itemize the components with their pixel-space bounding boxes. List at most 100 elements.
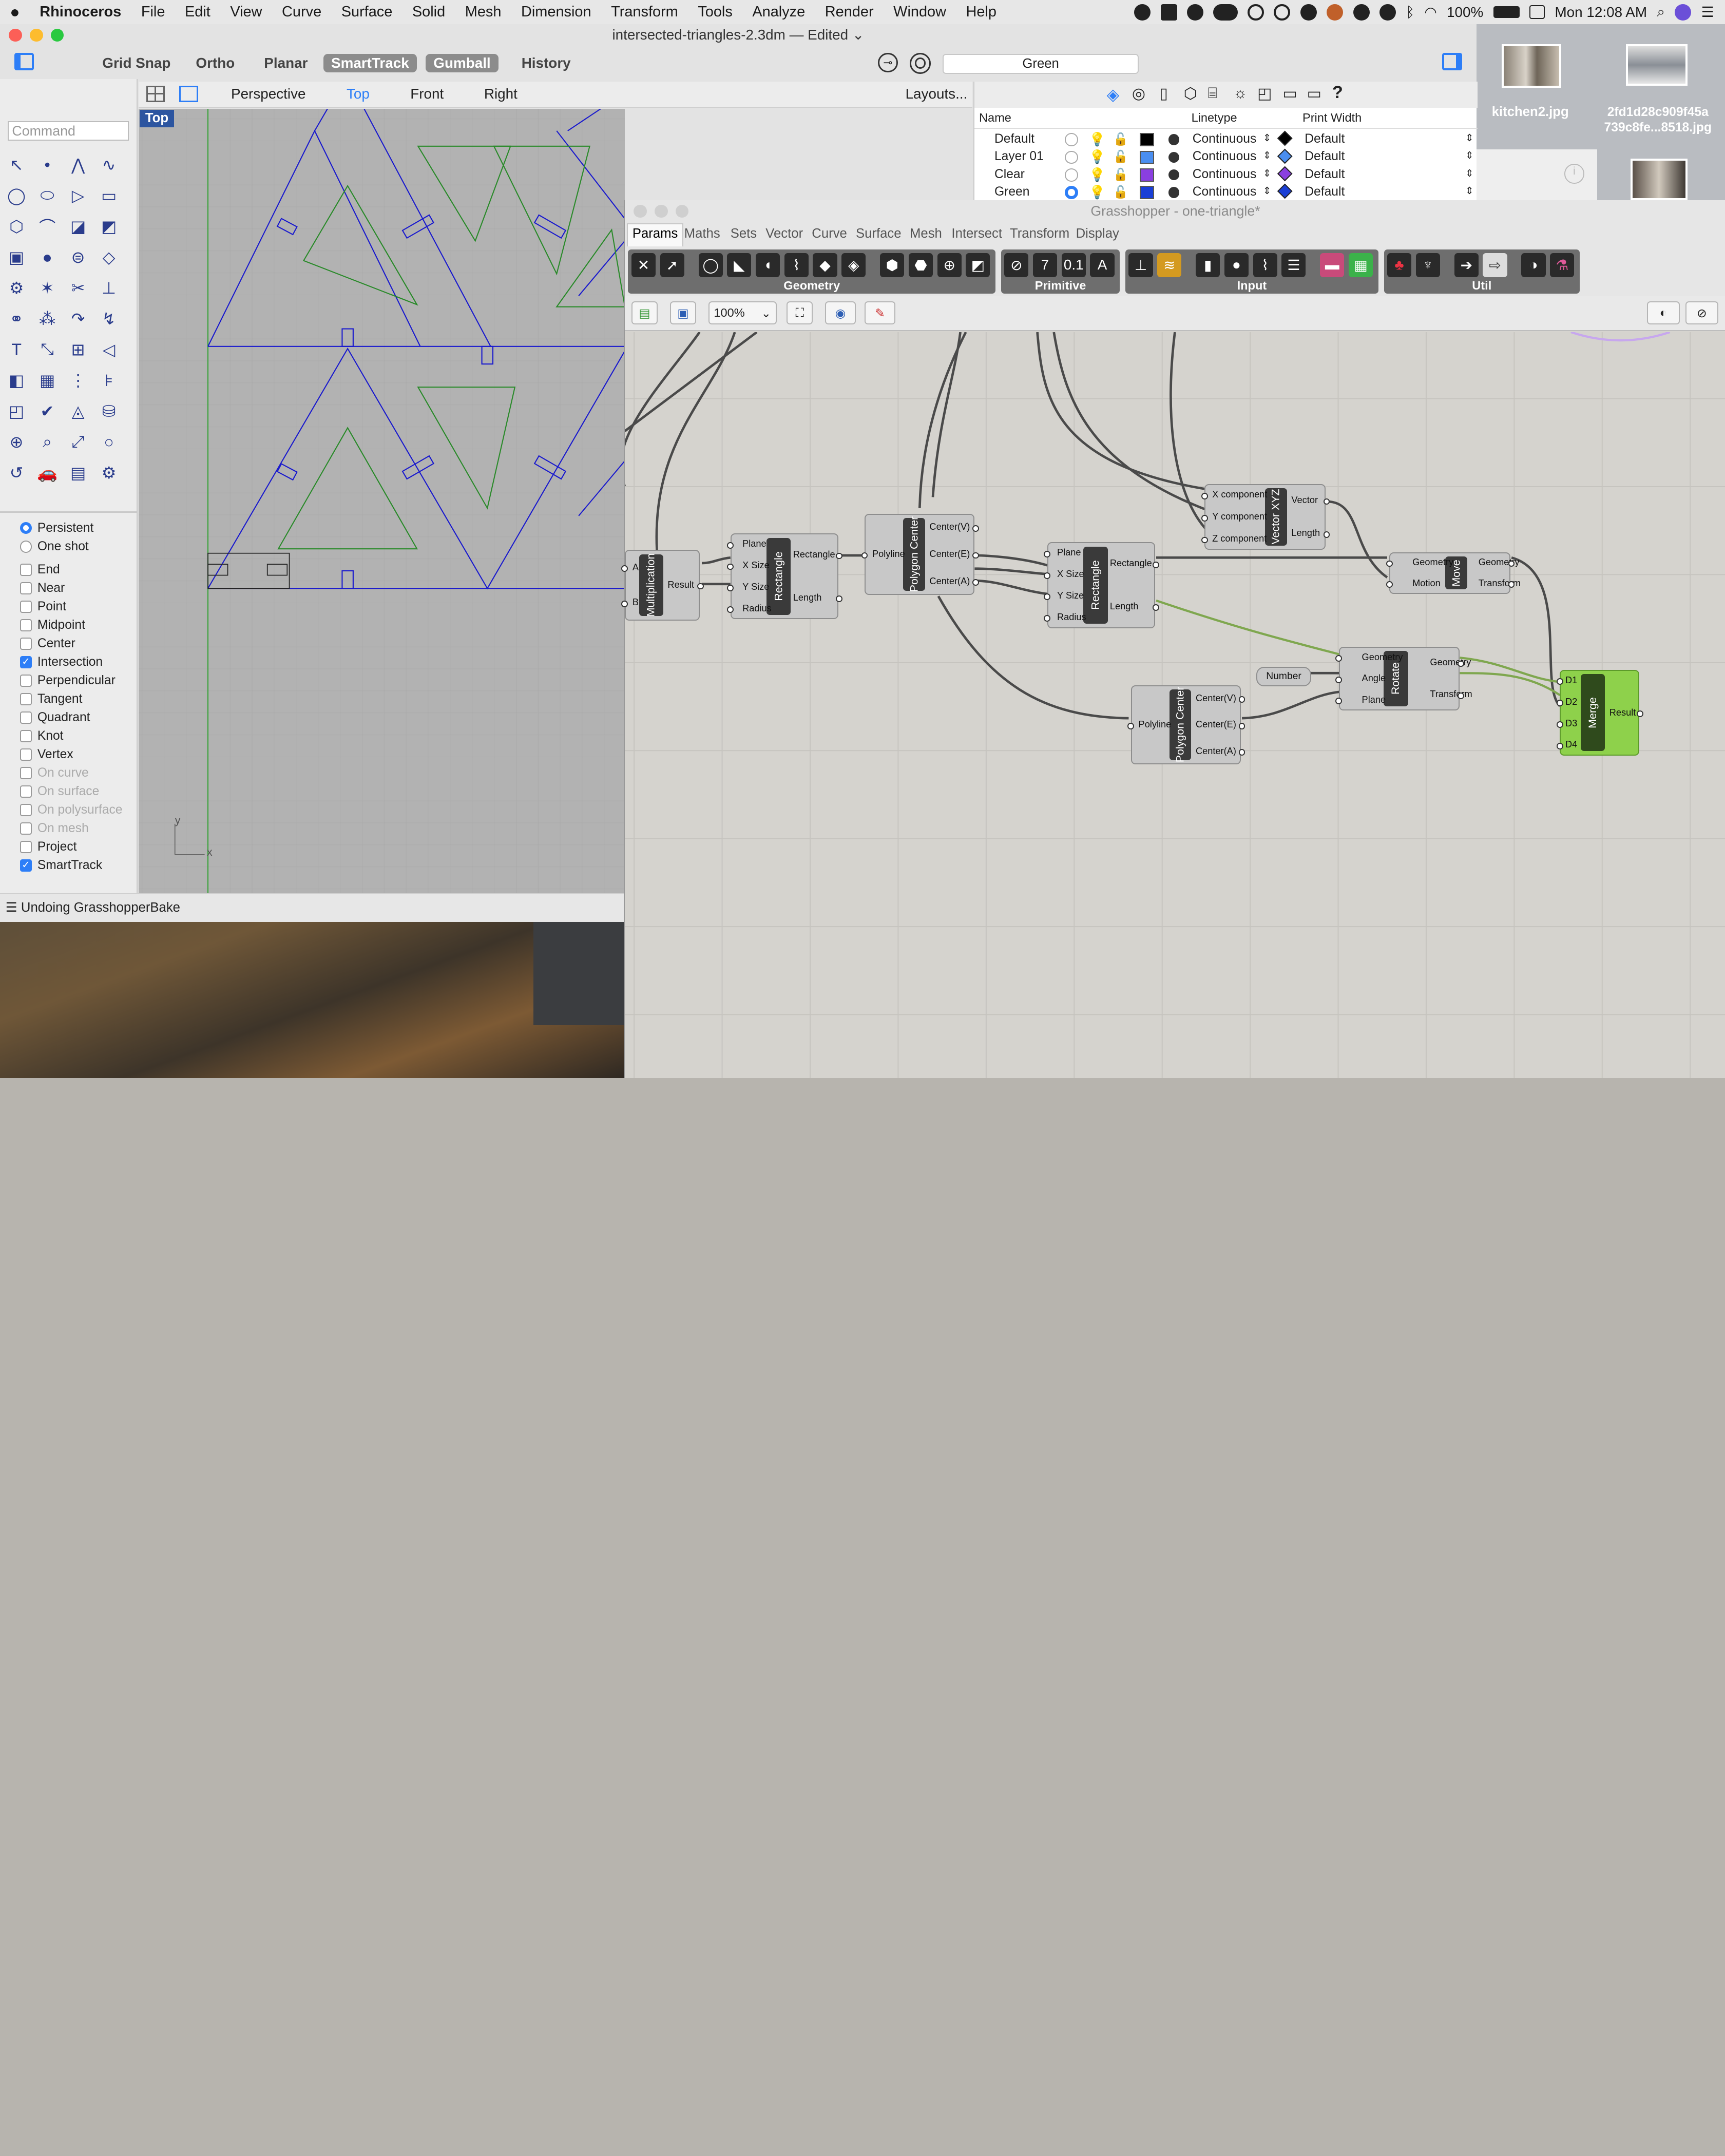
q-app-icon[interactable] [1327, 4, 1344, 21]
lock-icon[interactable]: 🔓 [1113, 185, 1128, 199]
layer-radio-icon[interactable] [1065, 133, 1078, 146]
param-icon[interactable]: ▦ [1348, 253, 1373, 277]
menu-window[interactable]: Window [884, 4, 956, 21]
input-port-x-size[interactable]: X Size [1057, 569, 1084, 580]
tab-maths[interactable]: Maths [684, 226, 720, 241]
layers-tab-icon[interactable]: ◈ [1107, 85, 1120, 104]
component-polycenter1[interactable]: Polygon Center Polyline Center(V) Center(E)… [861, 513, 979, 595]
menu-curve[interactable]: Curve [272, 4, 332, 21]
clock[interactable]: Mon 12:08 AM [1555, 4, 1647, 21]
tab-curve[interactable]: Curve [812, 226, 847, 241]
input-port-polyline[interactable]: Polyline [872, 549, 905, 560]
menu-tools[interactable]: Tools [688, 4, 742, 21]
component-multiplication[interactable]: Multiplication A B Result [621, 550, 704, 621]
port-grip-icon[interactable] [1044, 615, 1051, 622]
port-grip-icon[interactable] [1238, 696, 1245, 703]
layer-radio-icon[interactable] [1065, 168, 1078, 182]
port-grip-icon[interactable] [727, 585, 734, 592]
split-icon[interactable]: ⊥ [97, 276, 121, 300]
rectangle-icon[interactable]: ▭ [97, 184, 121, 208]
param-icon[interactable]: ⚗ [1550, 253, 1575, 277]
save-file-icon[interactable]: ▣ [669, 301, 697, 325]
creative-cloud-icon[interactable] [1134, 4, 1151, 21]
port-grip-icon[interactable] [1238, 749, 1245, 756]
param-icon[interactable]: ▬ [1320, 253, 1345, 277]
scale-icon[interactable]: ◁ [97, 338, 121, 362]
component-rectangle2[interactable]: Rectangle Plane X Size Y Size Radius Rectangl… [1044, 542, 1160, 628]
component-merge[interactable]: Merge D1 D2 D3 D4 Result [1556, 669, 1644, 756]
col-name[interactable]: Name [979, 111, 1011, 125]
param-icon[interactable]: ⊘ [1004, 253, 1029, 277]
grid-array-icon[interactable]: ⋮ [66, 369, 90, 393]
menu-analyze[interactable]: Analyze [742, 4, 815, 21]
menu-solid[interactable]: Solid [402, 4, 455, 21]
layer-color-swatch[interactable] [1139, 168, 1154, 182]
param-icon[interactable]: ⊕ [937, 253, 962, 277]
osnap-target-icon[interactable] [910, 52, 931, 74]
output-port-length[interactable]: Length [793, 592, 822, 603]
extrude-icon[interactable]: ◩ [97, 215, 121, 239]
input-port-radius[interactable]: Radius [742, 603, 772, 614]
smarttrack-toggle[interactable]: SmartTrack [323, 53, 417, 73]
menu-rhinoceros[interactable]: Rhinoceros [30, 4, 131, 21]
apple-icon[interactable]: ● [0, 3, 30, 22]
param-icon[interactable]: ◣ [727, 253, 752, 277]
port-grip-icon[interactable] [836, 552, 843, 560]
input-port-x-component[interactable]: X component [1212, 489, 1267, 500]
lightbulb-icon[interactable]: 💡 [1089, 149, 1105, 165]
fillet-icon[interactable]: ⌒ [35, 215, 60, 239]
input-port-radius[interactable]: Radius [1057, 612, 1086, 623]
print-width-value[interactable]: Default [1305, 167, 1345, 182]
layer-color-swatch[interactable] [1139, 133, 1154, 146]
layer-name[interactable]: Layer 01 [994, 149, 1044, 164]
param-icon[interactable]: ● [1224, 253, 1249, 277]
input-port-geometry[interactable]: Geometry [1362, 652, 1403, 663]
block-icon[interactable] [1247, 4, 1264, 21]
zoom-extents-icon[interactable]: ⤢ [66, 430, 90, 454]
param-icon[interactable]: ⬣ [908, 253, 933, 277]
component-move[interactable]: Move Geometry Motion Geometry Transform [1386, 552, 1521, 594]
info-icon[interactable] [1187, 4, 1204, 21]
input-port-z-component[interactable]: Z component [1212, 533, 1267, 544]
blocks-icon[interactable]: ⁂ [35, 307, 60, 331]
osnap-midpoint[interactable]: Midpoint [20, 617, 85, 634]
offset-icon[interactable]: ↯ [97, 307, 121, 331]
preview-mode-icon[interactable]: ◐ [1646, 301, 1680, 325]
zoom-select[interactable]: 100% ⌄ [708, 301, 777, 325]
layer-name[interactable]: Clear [994, 167, 1025, 182]
explode-icon[interactable]: ✶ [35, 276, 60, 300]
monitor-tab-icon[interactable]: ▭ [1307, 85, 1321, 103]
cylinder-icon[interactable]: ⊜ [66, 245, 90, 270]
param-icon[interactable]: ◑ [1521, 253, 1546, 277]
named-view-tab-icon[interactable]: ◰ [1257, 85, 1272, 103]
port-grip-icon[interactable] [1044, 550, 1051, 557]
number-param[interactable]: Number [1256, 666, 1312, 687]
history-toggle[interactable]: History [514, 54, 579, 72]
point-icon[interactable]: • [35, 153, 60, 177]
port-grip-icon[interactable] [1457, 660, 1464, 667]
tab-perspective[interactable]: Perspective [231, 86, 305, 102]
output-port-vector[interactable]: Vector [1291, 495, 1318, 506]
material-icon[interactable] [1168, 151, 1179, 163]
tab-sets[interactable]: Sets [731, 226, 757, 241]
print-color-icon[interactable] [1277, 148, 1293, 164]
photo-thumbnail[interactable] [1626, 44, 1688, 86]
port-grip-icon[interactable] [1335, 698, 1342, 704]
layouts-button[interactable]: Layouts... [906, 86, 968, 102]
light-tab-icon[interactable]: ☼ [1233, 85, 1248, 102]
menu-surface[interactable]: Surface [331, 4, 402, 21]
input-port-motion[interactable]: Motion [1412, 578, 1441, 589]
param-icon[interactable]: ◯ [698, 253, 723, 277]
ortho-toggle[interactable]: Ortho [188, 54, 242, 72]
stepper-icon[interactable]: ⇕ [1263, 149, 1271, 162]
param-icon[interactable]: ⌇ [1253, 253, 1277, 277]
input-port-b[interactable]: B [632, 597, 639, 608]
port-grip-icon[interactable] [1386, 560, 1393, 567]
port-grip-icon[interactable] [1637, 710, 1644, 717]
zoom-window-icon[interactable]: ⌕ [35, 430, 60, 454]
component-rotate[interactable]: Rotate Geometry Angle Plane Geometry Transfor… [1335, 646, 1472, 711]
param-icon[interactable]: 0.1 [1061, 253, 1086, 277]
port-grip-icon[interactable] [697, 583, 704, 590]
input-port-y-component[interactable]: Y component [1212, 511, 1267, 522]
menu-lines-icon[interactable]: ☰ [6, 900, 17, 915]
